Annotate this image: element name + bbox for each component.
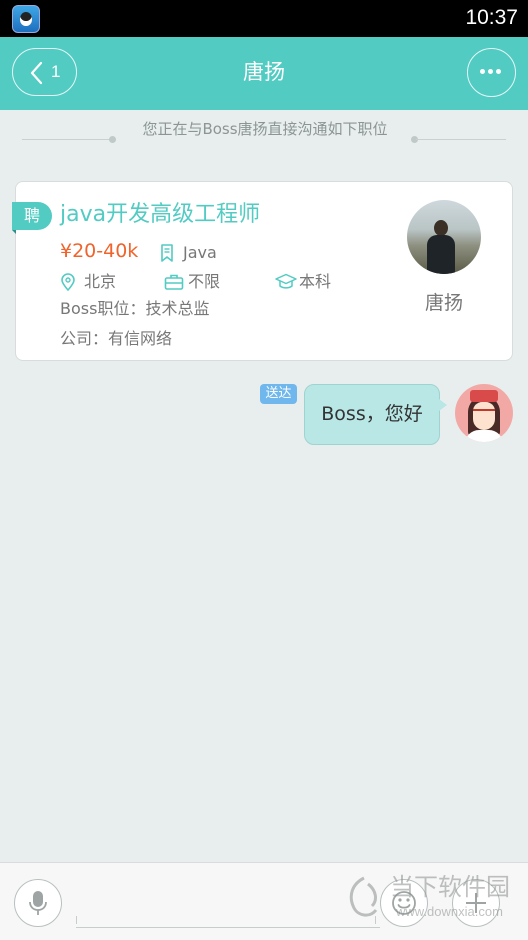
salary: ¥20-40k: [60, 240, 139, 262]
bookmark-icon: [161, 244, 173, 262]
city-label: 北京: [84, 272, 117, 291]
experience-label: 不限: [188, 272, 221, 291]
skill-label: Java: [183, 243, 217, 262]
watermark: 当下软件园 www.downxia.com: [340, 870, 525, 930]
job-title: java开发高级工程师: [60, 202, 261, 227]
message-bubble[interactable]: Boss，您好: [304, 384, 447, 445]
more-dots-icon: [480, 69, 502, 75]
watermark-text: 当下软件园: [390, 873, 510, 901]
notice-divider-left: [22, 139, 112, 140]
job-card[interactable]: 聘 java开发高级工程师 ¥20-40k Java 北京 不限 本科 Boss…: [12, 181, 513, 361]
boss-avatar[interactable]: [407, 200, 481, 274]
status-time: 10:37: [465, 6, 518, 29]
microphone-icon: [29, 891, 47, 915]
input-edge-left: [76, 916, 77, 924]
delivered-badge: 送达: [260, 384, 297, 404]
briefcase-icon: [164, 274, 184, 290]
chat-notice: 您正在与Boss唐扬直接沟通如下职位: [142, 120, 388, 138]
status-bar: 10:37: [0, 0, 528, 37]
hiring-tag: 聘: [12, 202, 52, 234]
chat-header: 1 唐扬: [0, 37, 528, 110]
more-options-button[interactable]: [467, 48, 516, 97]
qq-app-icon: [12, 5, 40, 33]
notice-dot-left: [109, 136, 116, 143]
boss-name: 唐扬: [424, 292, 463, 314]
education-label: 本科: [299, 272, 332, 291]
message-input[interactable]: [76, 881, 380, 928]
user-avatar[interactable]: [455, 384, 513, 442]
graduation-cap-icon: [275, 273, 297, 289]
chat-title: 唐扬: [243, 60, 285, 84]
boss-position: Boss职位：技术总监: [60, 299, 210, 318]
location-pin-icon: [61, 273, 75, 291]
watermark-url: www.downxia.com: [396, 904, 503, 919]
watermark-logo-icon: [349, 876, 378, 917]
company-name: 公司：有信网络: [60, 329, 173, 348]
voice-button[interactable]: [14, 879, 62, 927]
notice-divider-right: [416, 139, 506, 140]
